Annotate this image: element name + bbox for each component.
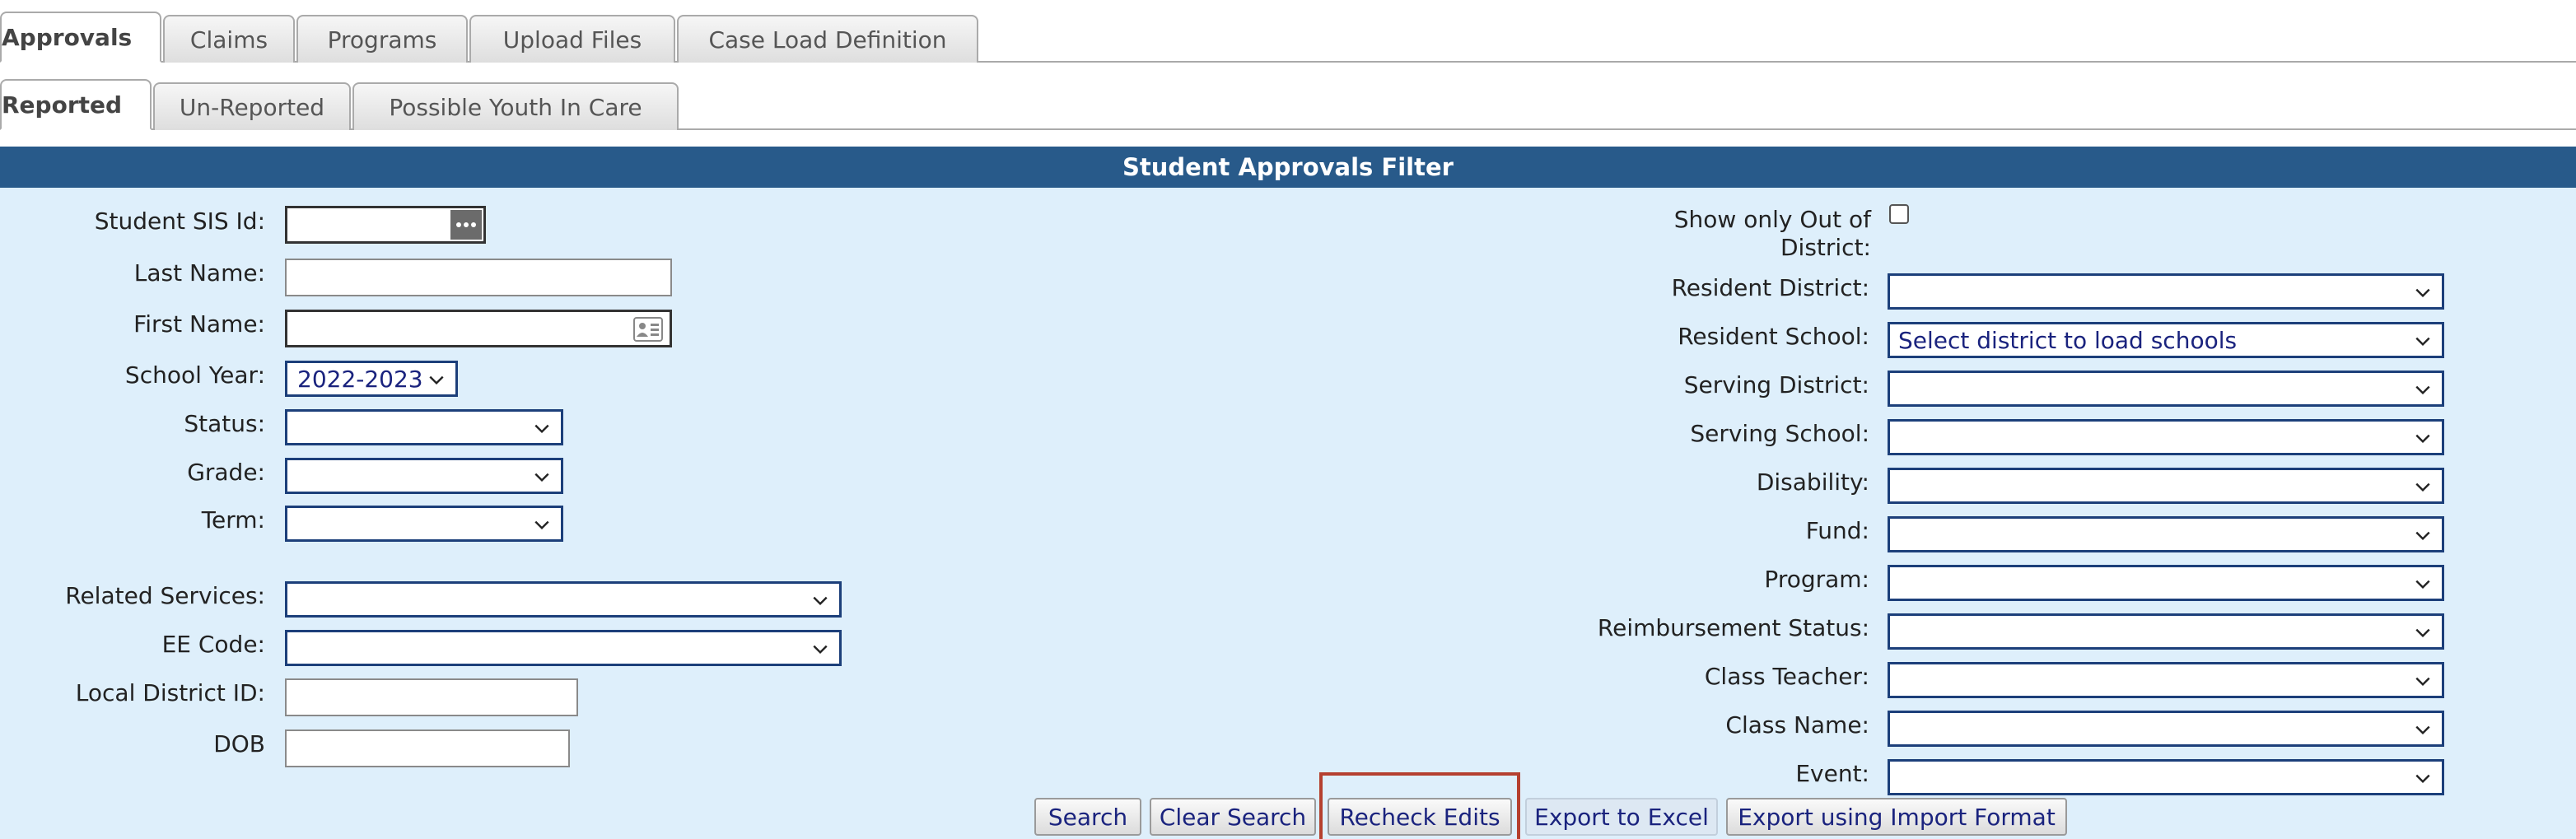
related-services-select[interactable] — [285, 581, 842, 618]
program-select[interactable] — [1888, 565, 2444, 601]
fund-select[interactable] — [1888, 516, 2444, 552]
chevron-down-icon — [2415, 288, 2430, 298]
chevron-down-icon — [2415, 628, 2430, 638]
tab-approvals[interactable]: Approvals — [0, 12, 161, 63]
first-name-label: First Name: — [133, 310, 265, 338]
chevron-down-icon — [2415, 385, 2430, 395]
student-sis-id-label: Student SIS Id: — [94, 207, 265, 235]
resident-school-select[interactable]: Select district to load schools — [1888, 322, 2444, 358]
grade-select[interactable] — [285, 458, 563, 494]
reimbursement-status-select[interactable] — [1888, 613, 2444, 650]
export-to-excel-button[interactable]: Export to Excel — [1525, 798, 1718, 836]
serving-district-label: Serving District: — [1683, 371, 1869, 399]
class-name-label: Class Name: — [1725, 711, 1869, 739]
ee-code-select[interactable] — [285, 630, 842, 666]
disability-select[interactable] — [1888, 468, 2444, 504]
reimbursement-status-label: Reimbursement Status: — [1597, 614, 1869, 641]
school-year-label: School Year: — [124, 361, 265, 389]
show-out-of-district-label: Show only Out of District: — [1673, 206, 1871, 261]
chevron-down-icon — [2415, 725, 2430, 735]
tab-upload-files[interactable]: Upload Files — [469, 15, 675, 63]
chevron-down-icon — [813, 645, 828, 655]
local-district-id-label: Local District ID: — [75, 679, 265, 706]
local-district-id-input[interactable] — [285, 678, 578, 716]
chevron-down-icon — [2415, 482, 2430, 492]
chevron-down-icon — [2415, 580, 2430, 590]
tab-claims[interactable]: Claims — [163, 15, 295, 63]
grade-label: Grade: — [187, 459, 265, 486]
event-label: Event: — [1795, 760, 1869, 787]
school-year-select[interactable]: 2022-2023 — [285, 361, 458, 397]
recheck-edits-button[interactable]: Recheck Edits — [1328, 798, 1512, 836]
disability-label: Disability: — [1756, 468, 1869, 496]
tab-programs[interactable]: Programs — [296, 15, 468, 63]
ee-code-label: EE Code: — [161, 631, 265, 658]
related-services-label: Related Services: — [65, 582, 265, 609]
first-name-input[interactable] — [285, 310, 672, 347]
fund-label: Fund: — [1805, 517, 1869, 544]
student-sis-id-input[interactable] — [285, 206, 486, 244]
contact-card-icon[interactable] — [633, 317, 663, 345]
chevron-down-icon — [2415, 774, 2430, 784]
class-teacher-label: Class Teacher: — [1704, 663, 1869, 690]
status-label: Status: — [184, 410, 265, 437]
last-name-input[interactable] — [285, 259, 672, 296]
dob-label: DOB — [213, 730, 265, 757]
tab-possible-youth-in-care[interactable]: Possible Youth In Care — [352, 82, 679, 130]
resident-school-value: Select district to load schools — [1898, 326, 2238, 354]
secondary-tab-bar: Reported Un-Reported Possible Youth In C… — [0, 79, 2576, 130]
serving-district-select[interactable] — [1888, 371, 2444, 407]
search-button[interactable]: Search — [1034, 798, 1141, 836]
show-out-of-district-checkbox[interactable] — [1889, 204, 1909, 224]
chevron-down-icon — [429, 375, 444, 385]
chevron-down-icon — [2415, 434, 2430, 444]
school-year-value: 2022-2023 — [297, 365, 423, 393]
serving-school-select[interactable] — [1888, 419, 2444, 455]
dob-input[interactable] — [285, 729, 570, 767]
clear-search-button[interactable]: Clear Search — [1150, 798, 1316, 836]
chevron-down-icon — [2415, 531, 2430, 541]
primary-tab-bar: Approvals Claims Programs Upload Files C… — [0, 12, 2576, 63]
tab-case-load-definition[interactable]: Case Load Definition — [677, 15, 978, 63]
resident-district-label: Resident District: — [1671, 274, 1869, 301]
chevron-down-icon — [2415, 677, 2430, 687]
chevron-down-icon — [534, 520, 549, 530]
chevron-down-icon — [534, 473, 549, 482]
ellipsis-icon[interactable] — [450, 210, 482, 240]
serving-school-label: Serving School: — [1690, 420, 1869, 447]
filter-title: Student Approvals Filter — [0, 147, 2576, 188]
tab-reported[interactable]: Reported — [0, 79, 152, 130]
status-select[interactable] — [285, 409, 563, 445]
chevron-down-icon — [813, 596, 828, 606]
term-select[interactable] — [285, 506, 563, 542]
export-import-format-button[interactable]: Export using Import Format — [1726, 798, 2067, 836]
class-name-select[interactable] — [1888, 711, 2444, 747]
program-label: Program: — [1764, 566, 1869, 593]
class-teacher-select[interactable] — [1888, 662, 2444, 698]
resident-district-select[interactable] — [1888, 273, 2444, 310]
chevron-down-icon — [534, 424, 549, 434]
last-name-label: Last Name: — [133, 259, 265, 287]
chevron-down-icon — [2415, 337, 2430, 347]
resident-school-label: Resident School: — [1678, 323, 1869, 350]
event-select[interactable] — [1888, 759, 2444, 795]
term-label: Term: — [201, 506, 265, 534]
tab-un-reported[interactable]: Un-Reported — [153, 82, 351, 130]
